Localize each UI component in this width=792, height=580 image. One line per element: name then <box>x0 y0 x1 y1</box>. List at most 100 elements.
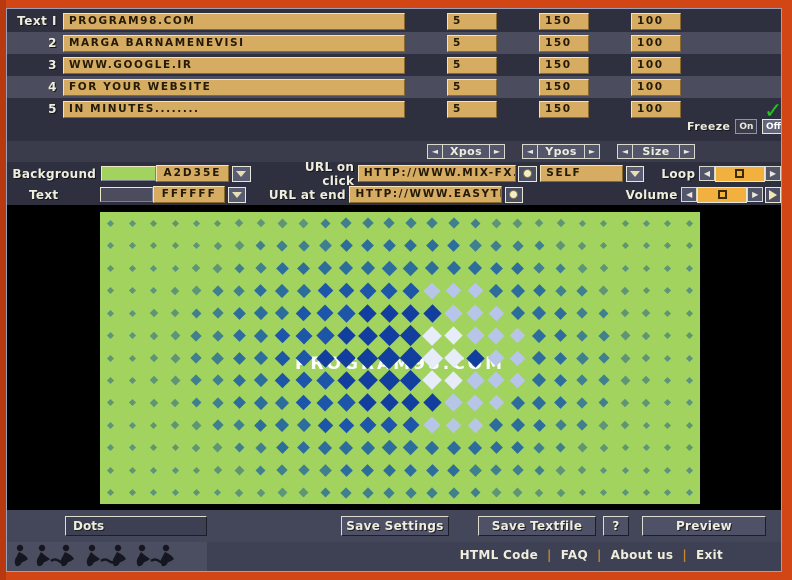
preview-button[interactable]: Preview <box>642 516 766 536</box>
pattern-dot <box>378 324 400 347</box>
spinner-left-arrow-icon[interactable]: ◄ <box>522 144 538 159</box>
footer-bar: HTML Code | FAQ | About us | Exit <box>7 542 781 571</box>
freeze-on-button[interactable]: On <box>735 119 758 134</box>
footer-link-html-code[interactable]: HTML Code <box>460 548 538 562</box>
text-row-input[interactable]: IN MINUTES........ <box>63 100 405 118</box>
pattern-dot <box>532 284 546 297</box>
pattern-dot <box>107 287 115 295</box>
spinner-left-arrow-icon[interactable]: ◄ <box>427 144 443 159</box>
loop-slider-track[interactable] <box>714 165 765 182</box>
text-row-input[interactable]: PROGRAM98.COM <box>63 12 405 30</box>
url-on-click-radio[interactable] <box>518 165 537 182</box>
text-hex-input[interactable]: FFFFFF <box>153 186 226 203</box>
volume-slider-knob[interactable] <box>717 190 727 199</box>
background-hex-input[interactable]: A2D35E <box>155 165 230 182</box>
footer-link-exit[interactable]: Exit <box>696 548 723 562</box>
text-row-xpos-input[interactable]: 150 <box>539 56 589 74</box>
text-color-dropdown[interactable] <box>227 186 246 203</box>
pattern-dot <box>107 399 115 407</box>
pattern-dot <box>232 329 246 342</box>
loop-increase-button[interactable]: ▶ <box>764 166 781 181</box>
text-row-input[interactable]: MARGA BARNAMENEVISI <box>63 34 405 52</box>
pattern-dot <box>621 489 629 497</box>
text-row-xpos-input[interactable]: 150 <box>539 34 589 52</box>
url-at-end-label: URL at end <box>268 187 346 202</box>
pattern-dot <box>381 440 398 456</box>
text-row-ypos-input[interactable]: 100 <box>631 78 681 96</box>
volume-increase-button[interactable]: ▶ <box>747 187 764 202</box>
pattern-dot <box>357 325 378 346</box>
pattern-dot <box>298 218 309 229</box>
action-button-bar: Dots Save Settings Save Textfile ? Previ… <box>7 510 781 542</box>
text-row-ypos-input[interactable]: 100 <box>631 12 681 30</box>
pattern-dot <box>170 398 180 408</box>
footer-link-faq[interactable]: FAQ <box>561 548 588 562</box>
pattern-dot <box>212 284 224 297</box>
text-row-input[interactable]: FOR YOUR WEBSITE <box>63 78 405 96</box>
spinner-label[interactable]: Ypos <box>538 144 584 159</box>
url-at-end-input[interactable]: HTTP://WWW.EASYTEMPLAT <box>349 186 503 203</box>
url-at-end-radio[interactable] <box>504 186 523 203</box>
text-row-xpos-input[interactable]: 150 <box>539 12 589 30</box>
pattern-dot <box>213 241 223 250</box>
help-button[interactable]: ? <box>603 516 629 536</box>
spinner-left-arrow-icon[interactable]: ◄ <box>617 144 633 159</box>
text-row-xpos-input[interactable]: 150 <box>539 100 589 118</box>
text-row-speed-input[interactable]: 5 <box>447 34 497 52</box>
pattern-dot <box>150 219 158 227</box>
volume-decrease-button[interactable]: ◀ <box>681 187 698 202</box>
freeze-off-button[interactable]: Off <box>762 119 781 134</box>
spinner-right-arrow-icon[interactable]: ► <box>679 144 695 159</box>
pattern-dot <box>150 242 158 250</box>
loop-slider[interactable]: ◀ ▶ <box>698 165 781 182</box>
effect-select[interactable]: Dots <box>65 516 207 536</box>
save-textfile-button[interactable]: Save Textfile <box>478 516 596 536</box>
text-row-input[interactable]: WWW.GOOGLE.IR <box>63 56 405 74</box>
background-color-swatch[interactable] <box>100 166 156 181</box>
spinner-right-arrow-icon[interactable]: ► <box>489 144 505 159</box>
pattern-dot <box>170 330 180 341</box>
spinner-right-arrow-icon[interactable]: ► <box>584 144 600 159</box>
preview-area: PROGRAM98.COM <box>7 205 781 510</box>
volume-slider[interactable]: ◀ ▶ <box>681 186 764 203</box>
spinner-label[interactable]: Xpos <box>443 144 489 159</box>
text-row-ypos-input[interactable]: 100 <box>631 100 681 118</box>
pattern-dot <box>360 261 375 276</box>
pattern-dot <box>447 239 460 253</box>
pattern-dot <box>555 465 566 476</box>
text-row-xpos-input[interactable]: 150 <box>539 78 589 96</box>
preview-canvas[interactable]: PROGRAM98.COM <box>100 212 700 504</box>
pattern-dot <box>340 463 353 477</box>
pattern-dot <box>446 261 461 276</box>
text-row-ypos-input[interactable]: 100 <box>631 34 681 52</box>
pattern-dot <box>620 286 630 295</box>
pattern-dot <box>253 305 268 321</box>
pattern-dot <box>642 444 650 452</box>
volume-mute-button[interactable] <box>764 186 781 203</box>
pattern-dot <box>191 308 202 319</box>
pattern-dot <box>171 219 179 227</box>
volume-slider-track[interactable] <box>697 186 748 203</box>
link-target-dropdown[interactable] <box>626 165 645 182</box>
loop-slider-knob[interactable] <box>735 169 745 178</box>
background-color-dropdown[interactable] <box>232 165 251 182</box>
pattern-dot <box>401 303 420 323</box>
text-color-swatch[interactable] <box>100 187 154 202</box>
text-row-speed-input[interactable]: 5 <box>447 12 497 30</box>
text-row-speed-input[interactable]: 5 <box>447 56 497 74</box>
text-row-ypos-input[interactable]: 100 <box>631 56 681 74</box>
link-target-select[interactable]: SELF <box>540 165 624 182</box>
text-row-speed-input[interactable]: 5 <box>447 100 497 118</box>
pattern-dot <box>577 466 587 475</box>
pattern-dot <box>642 308 651 318</box>
footer-link-about-us[interactable]: About us <box>611 548 674 562</box>
loop-decrease-button[interactable]: ◀ <box>698 166 715 181</box>
pattern-dot <box>276 464 288 476</box>
save-settings-button[interactable]: Save Settings <box>341 516 449 536</box>
pattern-dot <box>621 444 629 452</box>
text-row-speed-input[interactable]: 5 <box>447 78 497 96</box>
url-on-click-input[interactable]: HTTP://WWW.MIX-FX.COM <box>357 165 516 182</box>
pattern-dot <box>621 242 629 250</box>
pattern-dot <box>532 373 547 388</box>
spinner-label[interactable]: Size <box>633 144 679 159</box>
